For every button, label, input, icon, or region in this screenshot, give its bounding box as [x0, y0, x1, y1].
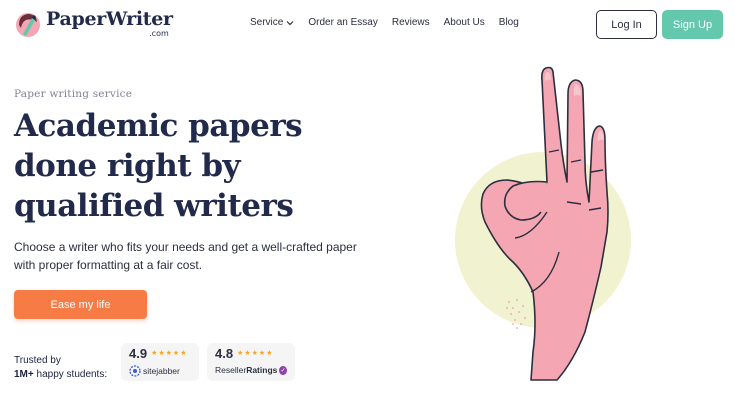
nav-about-us[interactable]: About Us [444, 17, 485, 28]
sitejabber-rating-card[interactable]: 4.9 ★ ★ ★ ★ ★ sitejabber [121, 343, 199, 381]
star-icon: ★ [258, 350, 266, 357]
star-icon: ★ [251, 350, 258, 357]
star-icon: ★ [237, 350, 244, 357]
star-icon: ★ [151, 350, 158, 357]
login-button[interactable]: Log In [596, 10, 657, 39]
hero-eyebrow: Paper writing service [14, 88, 133, 100]
trusted-line-2-rest: happy students: [33, 369, 108, 380]
resellerratings-prefix: Reseller [215, 365, 247, 375]
verified-badge-icon: ✓ [279, 365, 287, 375]
resellerratings-bold: Ratings [246, 365, 278, 375]
star-icon: ★ [165, 350, 172, 357]
rating-score: 4.9 [129, 346, 148, 361]
site-header: PaperWriter .com Service Order an Essay … [0, 0, 735, 50]
star-rating: ★ ★ ★ ★ ★ [151, 350, 186, 357]
rating-score: 4.8 [215, 346, 234, 361]
writer-avatar-icon [16, 13, 40, 37]
ease-my-life-button[interactable]: Ease my life [14, 290, 147, 319]
logo[interactable]: PaperWriter .com [14, 10, 173, 38]
hand-shape [480, 66, 609, 381]
sitejabber-label: sitejabber [143, 366, 180, 376]
trusted-by-text: Trusted by 1M+ happy students: [14, 354, 107, 382]
nav-order-essay[interactable]: Order an Essay [308, 17, 377, 28]
student-count: 1M+ [14, 369, 34, 380]
resellerratings-brand: Reseller Ratings ✓ [215, 365, 287, 375]
resellerratings-rating-card[interactable]: 4.8 ★ ★ ★ ★ ★ Reseller Ratings ✓ [207, 343, 295, 381]
ok-hand-illustration [455, 66, 631, 381]
star-rating: ★ ★ ★ ★ ★ [237, 350, 272, 357]
trusted-line-2: 1M+ happy students: [14, 368, 107, 382]
signup-button[interactable]: Sign Up [662, 10, 723, 39]
hero-subtext: Choose a writer who fits your needs and … [14, 240, 357, 272]
hero-headline: Academic papers done right by qualified … [14, 108, 303, 224]
nav-blog[interactable]: Blog [499, 17, 519, 28]
star-icon: ★ [172, 350, 180, 357]
star-icon: ★ [180, 350, 187, 357]
star-icon: ★ [266, 350, 273, 357]
nav-service[interactable]: Service [250, 17, 294, 28]
main-nav: Service Order an Essay Reviews About Us … [250, 17, 519, 28]
nav-reviews[interactable]: Reviews [392, 17, 430, 28]
logo-name: PaperWriter [46, 8, 173, 30]
logo-domain: .com [149, 29, 169, 38]
sitejabber-brand: sitejabber [129, 365, 191, 377]
star-icon: ★ [158, 350, 165, 357]
sitejabber-icon [129, 365, 141, 377]
trusted-line-1: Trusted by [14, 355, 61, 366]
nav-service-label: Service [250, 17, 284, 28]
star-icon: ★ [244, 350, 251, 357]
chevron-down-icon [286, 20, 294, 25]
